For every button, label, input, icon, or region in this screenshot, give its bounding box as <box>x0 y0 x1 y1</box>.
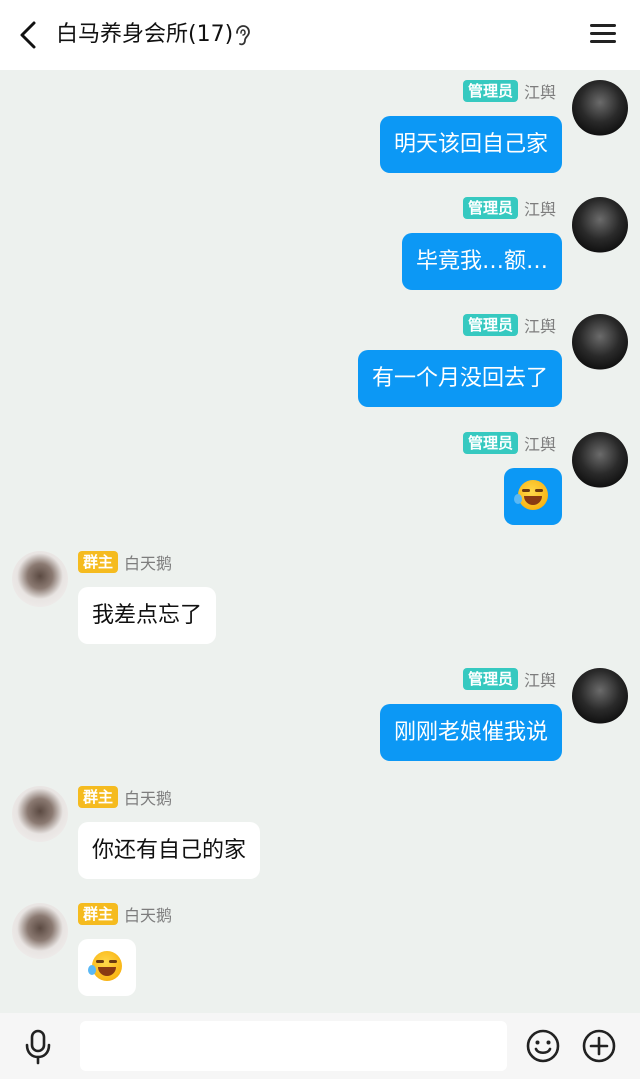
laughing-crying-emoji-icon <box>88 951 122 981</box>
message-meta: 群主 白天鹅 <box>78 551 172 573</box>
outgoing-message-bubble[interactable]: 有一个月没回去了 <box>357 350 562 407</box>
microphone-icon <box>25 1029 51 1065</box>
incoming-message-bubble[interactable]: 你还有自己的家 <box>78 822 261 879</box>
avatar[interactable] <box>572 197 628 253</box>
avatar[interactable] <box>572 432 628 488</box>
message-meta: 群主 白天鹅 <box>78 903 172 925</box>
admin-badge: 管理员 <box>462 668 518 690</box>
admin-badge: 管理员 <box>462 80 518 102</box>
emoji-button[interactable] <box>525 1028 561 1064</box>
admin-badge: 管理员 <box>462 314 518 336</box>
message-meta: 群主 白天鹅 <box>78 786 172 808</box>
menu-button[interactable] <box>588 20 618 50</box>
message-input[interactable] <box>80 1021 507 1071</box>
outgoing-message-bubble[interactable]: 明天该回自己家 <box>379 116 562 173</box>
input-bar <box>0 1013 640 1079</box>
message-meta: 管理员 江舆 <box>462 667 556 691</box>
sender-name[interactable]: 江舆 <box>524 196 556 220</box>
chat-header: 白马养身会所(17) <box>0 0 640 70</box>
owner-badge: 群主 <box>78 551 119 573</box>
sender-name[interactable]: 江舆 <box>524 79 556 103</box>
plus-circle-icon <box>582 1029 616 1063</box>
incoming-message-bubble[interactable] <box>78 939 136 996</box>
ear-icon <box>236 25 250 46</box>
outgoing-message-bubble[interactable]: 刚刚老娘催我说 <box>379 704 562 761</box>
sender-name[interactable]: 白天鹅 <box>124 902 172 926</box>
owner-badge: 群主 <box>78 903 119 925</box>
incoming-message-bubble[interactable]: 我差点忘了 <box>78 587 217 644</box>
sender-name[interactable]: 白天鹅 <box>124 785 172 809</box>
sender-name[interactable]: 江舆 <box>524 313 556 337</box>
outgoing-message-bubble[interactable]: 毕竟我…额… <box>401 233 562 290</box>
message-meta: 管理员 江舆 <box>462 313 556 337</box>
sender-name[interactable]: 白天鹅 <box>124 550 172 574</box>
voice-button[interactable] <box>22 1029 54 1065</box>
chevron-left-icon <box>20 21 36 49</box>
avatar[interactable] <box>572 80 628 136</box>
smiley-icon <box>526 1029 560 1063</box>
avatar[interactable] <box>12 551 68 607</box>
avatar[interactable] <box>12 786 68 842</box>
owner-badge: 群主 <box>78 786 119 808</box>
message-meta: 管理员 江舆 <box>462 431 556 455</box>
admin-badge: 管理员 <box>462 432 518 454</box>
avatar[interactable] <box>572 668 628 724</box>
hamburger-menu-icon <box>588 24 618 43</box>
back-button[interactable] <box>10 16 46 54</box>
admin-badge: 管理员 <box>462 197 518 219</box>
message-meta: 管理员 江舆 <box>462 196 556 220</box>
outgoing-message-bubble[interactable] <box>504 468 562 525</box>
laughing-crying-emoji-icon <box>514 480 548 510</box>
more-button[interactable] <box>581 1028 617 1064</box>
sender-name[interactable]: 江舆 <box>524 667 556 691</box>
message-meta: 管理员 江舆 <box>462 79 556 103</box>
chat-title[interactable]: 白马养身会所(17) <box>56 20 233 50</box>
avatar[interactable] <box>12 903 68 959</box>
sender-name[interactable]: 江舆 <box>524 431 556 455</box>
avatar[interactable] <box>572 314 628 370</box>
